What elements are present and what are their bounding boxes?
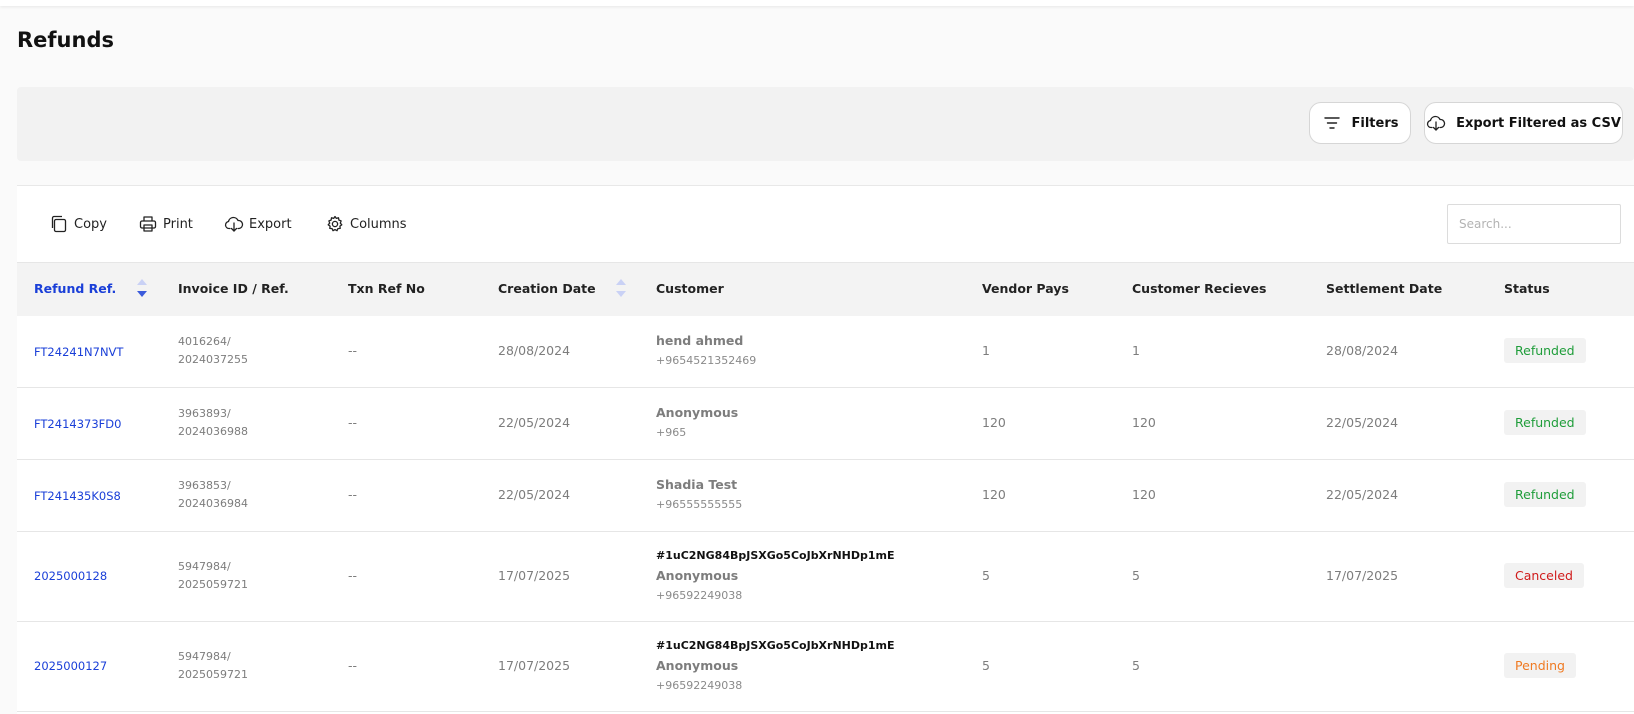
- txn-ref: --: [348, 343, 358, 358]
- refund-ref-link[interactable]: FT241435K0S8: [34, 489, 121, 503]
- vendor-pays: 5: [982, 658, 990, 673]
- gear-icon: [327, 215, 343, 232]
- customer-phone: +965: [656, 426, 687, 439]
- invoice-id: 5947984/: [178, 650, 231, 663]
- copy-icon: [51, 215, 67, 233]
- customer-name: Anonymous: [656, 405, 739, 420]
- invoice-ref: 2024037255: [178, 353, 248, 366]
- refund-ref-link[interactable]: 2025000127: [34, 659, 107, 673]
- sort-arrows-icon[interactable]: [136, 277, 148, 299]
- invoice-id: 5947984/: [178, 560, 231, 573]
- invoice-id: 3963893/: [178, 407, 231, 420]
- search-input[interactable]: [1447, 204, 1621, 244]
- settlement-date: 28/08/2024: [1326, 343, 1399, 358]
- filter-lines-icon: [1323, 117, 1340, 129]
- refund-ref-link[interactable]: FT2414373FD0: [34, 417, 121, 431]
- txn-ref: --: [348, 568, 358, 583]
- customer-phone: +96592249038: [656, 679, 743, 692]
- status-badge: Refunded: [1504, 338, 1586, 363]
- vendor-pays: 1: [982, 343, 990, 358]
- printer-icon: [139, 216, 157, 232]
- customer-token: #1uC2NG84BpJSXGo5CoJbXrNHDp1mE: [656, 549, 895, 562]
- table-row[interactable]: FT2414373FD0 3963893/ 2024036988 -- 22/0…: [17, 388, 1634, 460]
- invoice-ref: 2025059721: [178, 578, 248, 591]
- status-badge: Canceled: [1504, 563, 1584, 588]
- filter-bar: Filters Export Filtered as CSV: [17, 87, 1634, 161]
- customer-receives: 120: [1132, 487, 1156, 502]
- customer-phone: +9654521352469: [656, 354, 757, 367]
- copy-label: Copy: [74, 216, 107, 232]
- column-header-vendor-pays[interactable]: Vendor Pays: [982, 281, 1069, 296]
- table-toolbar: Copy Print Export Columns: [17, 186, 1634, 262]
- status-badge: Refunded: [1504, 482, 1586, 507]
- copy-button[interactable]: Copy: [49, 212, 107, 236]
- filters-button-label: Filters: [1351, 115, 1399, 131]
- columns-label: Columns: [350, 216, 407, 232]
- export-filtered-csv-button[interactable]: Export Filtered as CSV: [1424, 102, 1623, 144]
- invoice-id: 4016264/: [178, 335, 231, 348]
- settlement-date: 22/05/2024: [1326, 487, 1399, 502]
- column-header-settlement-date[interactable]: Settlement Date: [1326, 281, 1442, 296]
- export-button[interactable]: Export: [224, 212, 292, 236]
- invoice-id: 3963853/: [178, 479, 231, 492]
- vendor-pays: 5: [982, 568, 990, 583]
- table-row[interactable]: FT24241N7NVT 4016264/ 2024037255 -- 28/0…: [17, 316, 1634, 388]
- cloud-download-icon: [1427, 115, 1446, 131]
- vendor-pays: 120: [982, 487, 1006, 502]
- filters-button[interactable]: Filters: [1309, 102, 1411, 144]
- customer-phone: +96555555555: [656, 498, 743, 511]
- customer-receives: 120: [1132, 415, 1156, 430]
- creation-date: 22/05/2024: [498, 415, 571, 430]
- customer-name: Anonymous: [656, 568, 739, 583]
- invoice-ref: 2025059721: [178, 668, 248, 681]
- columns-button[interactable]: Columns: [325, 212, 407, 236]
- column-header-customer-receives[interactable]: Customer Recieves: [1132, 281, 1266, 296]
- print-label: Print: [163, 216, 193, 232]
- customer-receives: 5: [1132, 658, 1140, 673]
- txn-ref: --: [348, 658, 358, 673]
- settlement-date: 17/07/2025: [1326, 568, 1399, 583]
- refunds-table-card: Copy Print Export Columns Refund Ref.: [17, 185, 1634, 714]
- status-badge: Refunded: [1504, 410, 1586, 435]
- status-badge: Pending: [1504, 653, 1576, 678]
- cloud-download-icon: [224, 216, 244, 232]
- creation-date: 17/07/2025: [498, 568, 571, 583]
- table-row[interactable]: FT241435K0S8 3963853/ 2024036984 -- 22/0…: [17, 460, 1634, 532]
- customer-receives: 1: [1132, 343, 1140, 358]
- customer-phone: +96592249038: [656, 589, 743, 602]
- customer-name: Shadia Test: [656, 477, 738, 492]
- page-title: Refunds: [17, 28, 114, 52]
- sort-arrows-icon[interactable]: [615, 277, 627, 299]
- table-row[interactable]: 2025000127 5947984/ 2025059721 -- 17/07/…: [17, 622, 1634, 712]
- refund-ref-link[interactable]: 2025000128: [34, 569, 107, 583]
- table-row[interactable]: 2025000128 5947984/ 2025059721 -- 17/07/…: [17, 532, 1634, 622]
- creation-date: 22/05/2024: [498, 487, 571, 502]
- customer-name: Anonymous: [656, 658, 739, 673]
- top-bar: [0, 0, 1634, 6]
- txn-ref: --: [348, 415, 358, 430]
- column-header-status[interactable]: Status: [1504, 281, 1550, 296]
- creation-date: 17/07/2025: [498, 658, 571, 673]
- column-header-invoice[interactable]: Invoice ID / Ref.: [178, 281, 289, 296]
- customer-token: #1uC2NG84BpJSXGo5CoJbXrNHDp1mE: [656, 639, 895, 652]
- export-label: Export: [249, 216, 292, 232]
- vendor-pays: 120: [982, 415, 1006, 430]
- refund-ref-link[interactable]: FT24241N7NVT: [34, 345, 123, 359]
- settlement-date: 22/05/2024: [1326, 415, 1399, 430]
- invoice-ref: 2024036984: [178, 497, 248, 510]
- column-header-customer[interactable]: Customer: [656, 281, 724, 296]
- customer-name: hend ahmed: [656, 333, 744, 348]
- invoice-ref: 2024036988: [178, 425, 248, 438]
- creation-date: 28/08/2024: [498, 343, 571, 358]
- column-header-txn-ref[interactable]: Txn Ref No: [348, 281, 425, 296]
- txn-ref: --: [348, 487, 358, 502]
- column-header-creation-date[interactable]: Creation Date: [498, 281, 596, 296]
- customer-receives: 5: [1132, 568, 1140, 583]
- column-header-refund-ref[interactable]: Refund Ref.: [34, 281, 116, 296]
- print-button[interactable]: Print: [138, 212, 193, 236]
- export-filtered-csv-label: Export Filtered as CSV: [1456, 115, 1621, 131]
- table-header: Refund Ref. Invoice ID / Ref. Txn Ref No…: [17, 262, 1634, 316]
